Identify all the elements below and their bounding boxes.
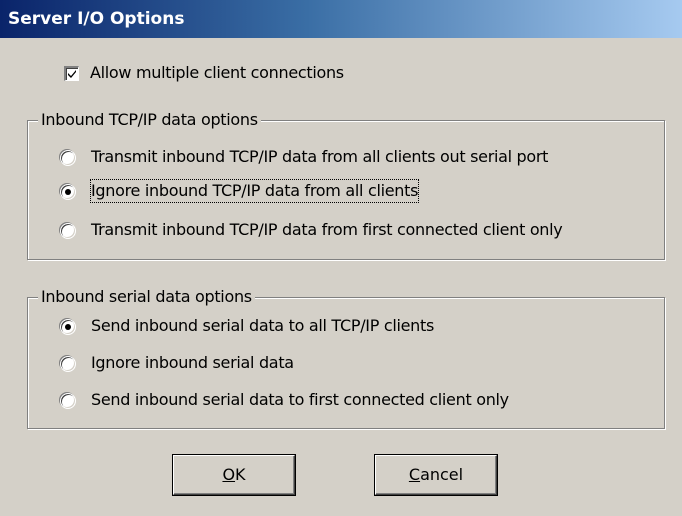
allow-multiple-connections-label[interactable]: Allow multiple client connections <box>90 62 344 84</box>
serial-option-send-all-radio[interactable] <box>60 319 76 335</box>
ok-button[interactable]: OK <box>173 455 295 495</box>
serial-option-send-first-radio[interactable] <box>60 393 76 409</box>
window-title: Server I/O Options <box>8 9 185 29</box>
tcp-option-transmit-first-radio[interactable] <box>60 223 76 239</box>
checkmark-icon <box>68 70 76 78</box>
cancel-button[interactable]: Cancel <box>375 455 497 495</box>
ok-label-rest: K <box>235 465 246 484</box>
serial-option-send-all-label[interactable]: Send inbound serial data to all TCP/IP c… <box>91 315 434 337</box>
tcp-option-ignore-radio[interactable] <box>60 184 76 200</box>
serial-option-send-first-label[interactable]: Send inbound serial data to first connec… <box>91 389 509 411</box>
allow-multiple-connections-checkbox[interactable] <box>64 66 79 81</box>
server-io-options-dialog: Server I/O Options Allow multiple client… <box>0 0 682 516</box>
serial-options-legend: Inbound serial data options <box>38 286 255 308</box>
ok-mnemonic: O <box>222 465 236 484</box>
tcp-option-transmit-all-label[interactable]: Transmit inbound TCP/IP data from all cl… <box>91 146 548 168</box>
tcp-options-legend: Inbound TCP/IP data options <box>38 109 261 131</box>
serial-option-ignore-label[interactable]: Ignore inbound serial data <box>91 352 294 374</box>
cancel-label-rest: ancel <box>420 465 464 484</box>
tcp-option-ignore-label[interactable]: Ignore inbound TCP/IP data from all clie… <box>89 179 420 203</box>
radio-selected-dot <box>65 189 71 195</box>
cancel-mnemonic: C <box>408 465 421 484</box>
tcp-option-transmit-all-radio[interactable] <box>60 150 76 166</box>
tcp-option-transmit-first-label[interactable]: Transmit inbound TCP/IP data from first … <box>91 219 563 241</box>
radio-selected-dot <box>65 324 71 330</box>
serial-option-ignore-radio[interactable] <box>60 356 76 372</box>
title-bar[interactable]: Server I/O Options <box>0 0 682 38</box>
